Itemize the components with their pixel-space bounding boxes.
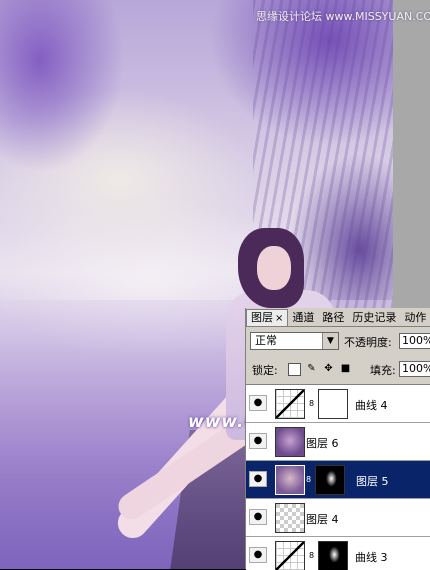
curves-thumbnail bbox=[275, 389, 305, 419]
layer-name: 图层 6 bbox=[306, 437, 339, 450]
tab-paths[interactable]: 路径 bbox=[318, 310, 348, 326]
tab-layers[interactable]: 图层 × bbox=[246, 309, 289, 326]
chain-link-icon[interactable]: 8 bbox=[306, 475, 312, 485]
eye-icon[interactable]: ● bbox=[249, 395, 267, 411]
blend-mode-select[interactable]: 正常 ▼ bbox=[250, 332, 339, 350]
eye-icon[interactable]: ● bbox=[249, 547, 267, 563]
layer-thumbnail bbox=[275, 503, 305, 533]
opacity-label: 不透明度: bbox=[344, 336, 392, 349]
eye-icon[interactable]: ● bbox=[249, 509, 267, 525]
layers-list: ● 8 曲线 4 ● 图层 6 ● 8 图层 5 ● 图层 4 ● 8 曲线 3 bbox=[246, 384, 430, 570]
fill-label: 填充: bbox=[370, 364, 396, 377]
layer-name: 图层 4 bbox=[306, 513, 339, 526]
layer-row[interactable]: ● 图层 6 bbox=[246, 423, 430, 461]
panel-tabs: 图层 × 通道 路径 历史记录 动作 bbox=[246, 308, 430, 327]
chain-link-icon[interactable]: 8 bbox=[309, 399, 315, 409]
layer-name: 曲线 3 bbox=[355, 551, 388, 564]
layers-panel: 图层× 通道 路径 历史记录 动作 正常 ▼ 不透明度: 100% 锁定: ✎ … bbox=[245, 308, 430, 570]
eye-icon[interactable]: ● bbox=[249, 433, 267, 449]
eye-icon[interactable]: ● bbox=[249, 471, 267, 487]
curves-thumbnail bbox=[275, 541, 305, 570]
tab-actions[interactable]: 动作 bbox=[400, 310, 430, 326]
girl-face bbox=[257, 246, 291, 290]
layer-name: 图层 5 bbox=[356, 475, 389, 488]
workspace-background bbox=[393, 0, 430, 308]
layer-row[interactable]: ● 8 曲线 4 bbox=[246, 385, 430, 423]
brush-icon[interactable]: ✎ bbox=[306, 363, 317, 374]
blend-mode-value: 正常 bbox=[255, 334, 277, 347]
chevron-down-icon[interactable]: ▼ bbox=[322, 333, 338, 349]
layer-row[interactable]: ● 图层 4 bbox=[246, 499, 430, 537]
fill-input[interactable]: 100% bbox=[399, 361, 430, 377]
lock-icon[interactable]: ■ bbox=[340, 363, 351, 374]
layer-thumbnail bbox=[275, 427, 305, 457]
tab-history[interactable]: 历史记录 bbox=[348, 310, 400, 326]
lock-label: 锁定: bbox=[252, 364, 278, 377]
opacity-input[interactable]: 100% bbox=[399, 333, 430, 349]
move-icon[interactable]: ✥ bbox=[323, 363, 334, 374]
close-icon[interactable]: × bbox=[275, 313, 283, 324]
layer-row[interactable]: ● 8 曲线 3 bbox=[246, 537, 430, 570]
tab-label: 图层 bbox=[251, 311, 273, 324]
mask-thumbnail bbox=[318, 389, 348, 419]
lock-transparency-icon[interactable] bbox=[288, 363, 301, 376]
watermark-top: 思缘设计论坛 www.MISSYUAN.COM bbox=[256, 10, 430, 23]
chain-link-icon[interactable]: 8 bbox=[309, 551, 315, 561]
mask-thumbnail bbox=[315, 465, 345, 495]
layer-thumbnail bbox=[275, 465, 305, 495]
tab-channels[interactable]: 通道 bbox=[288, 310, 318, 326]
layer-name: 曲线 4 bbox=[355, 399, 388, 412]
layer-row-selected[interactable]: ● 8 图层 5 bbox=[246, 461, 430, 499]
mask-thumbnail bbox=[318, 541, 348, 570]
